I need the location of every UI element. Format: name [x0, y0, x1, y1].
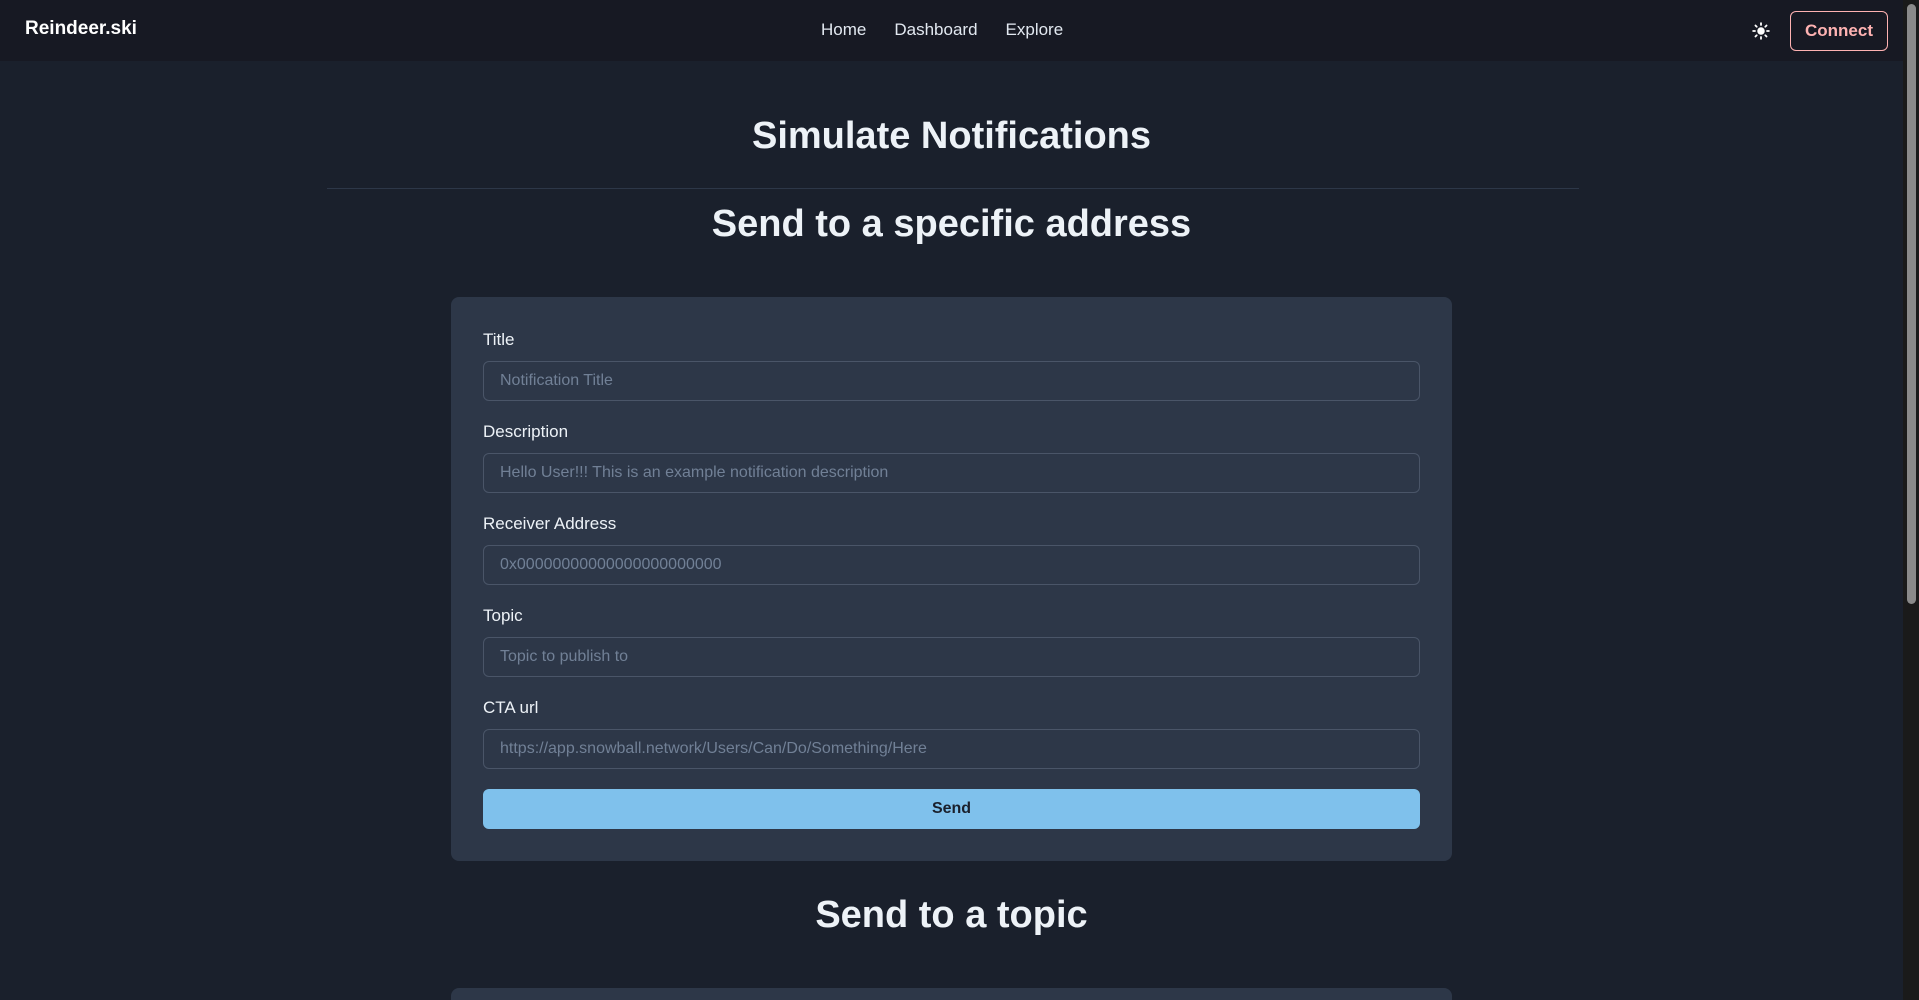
- main-nav: Home Dashboard Explore: [821, 20, 1063, 40]
- sun-icon: [1752, 22, 1770, 40]
- connect-wallet-button[interactable]: Connect: [1790, 11, 1888, 51]
- section-title-topic: Send to a topic: [815, 894, 1088, 936]
- receiver-address-input[interactable]: [483, 545, 1420, 585]
- description-label: Description: [483, 422, 569, 441]
- receiver-address-label: Receiver Address: [483, 514, 617, 533]
- nav-link-home[interactable]: Home: [821, 20, 866, 40]
- title-input[interactable]: [483, 361, 1420, 401]
- topic-input[interactable]: [483, 637, 1420, 677]
- send-to-address-form: Title Description Receiver Address Topic…: [451, 297, 1452, 861]
- divider: [327, 188, 1579, 189]
- description-input[interactable]: [483, 453, 1420, 493]
- theme-toggle-button[interactable]: [1750, 20, 1772, 42]
- topic-label: Topic: [483, 606, 523, 625]
- cta-url-label: CTA url: [483, 698, 539, 717]
- section-title-address: Send to a specific address: [711, 203, 1192, 245]
- top-nav-bar: Reindeer.ski Home Dashboard Explore Conn…: [0, 0, 1903, 61]
- scrollbar-thumb[interactable]: [1907, 4, 1916, 604]
- send-to-topic-form: [451, 988, 1452, 1000]
- page-title: Simulate Notifications: [751, 115, 1152, 157]
- nav-link-dashboard[interactable]: Dashboard: [894, 20, 977, 40]
- brand-logo[interactable]: Reindeer.ski: [25, 18, 137, 40]
- nav-link-explore[interactable]: Explore: [1006, 20, 1064, 40]
- cta-url-input[interactable]: [483, 729, 1420, 769]
- page: Reindeer.ski Home Dashboard Explore Conn…: [0, 0, 1919, 1000]
- send-button[interactable]: Send: [483, 789, 1420, 829]
- title-label: Title: [483, 330, 515, 349]
